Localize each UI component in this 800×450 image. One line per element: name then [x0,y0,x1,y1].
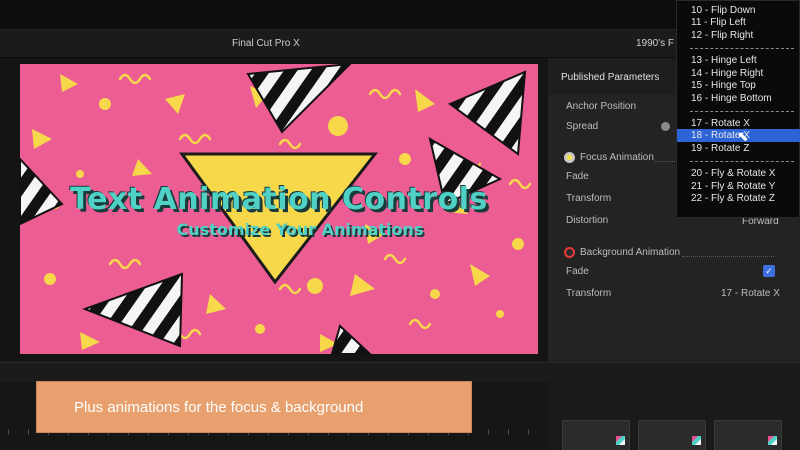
dropdown-item[interactable]: 11 - Flip Left [691,17,746,28]
canvas-subtitle: Customize Your Animations [176,220,424,239]
inspector-title: Published Parameters [561,72,660,83]
bg-transform-value[interactable]: 17 - Rotate X [721,288,780,299]
dropdown-item[interactable]: 20 - Fly & Rotate X [691,168,775,179]
bg-transform-label: Transform [566,288,612,299]
canvas-title: Text Animation Controls [70,182,488,217]
dropdown-separator [690,111,794,112]
thumbnail-badge-icon [616,436,625,445]
spread-slider-knob[interactable] [661,122,670,131]
anchor-position-label: Anchor Position [566,101,637,112]
dropdown-item[interactable]: 22 - Fly & Rotate Z [691,193,775,204]
effect-thumbnail[interactable] [562,420,630,450]
thumbnail-badge-icon [768,436,777,445]
focus-transform-label: Transform [566,193,612,204]
ruler-tick [528,429,529,435]
ruler-tick [28,429,29,435]
thumbnail-badge-icon [692,436,701,445]
background-animation-label: Background Animation [580,247,681,258]
focus-fade-label: Fade [566,171,589,182]
focus-distortion-label: Distortion [566,215,609,226]
dropdown-separator [690,48,794,49]
background-animation-icon[interactable] [564,247,575,258]
focus-animation-icon[interactable] [564,152,575,163]
ruler-tick [508,429,509,435]
effect-thumbnail[interactable] [714,420,782,450]
project-title: 1990's F [636,38,675,49]
bg-fade-checkbox[interactable]: ✓ [763,265,775,277]
dropdown-item[interactable]: 13 - Hinge Left [691,55,757,66]
bg-fade-label: Fade [566,266,589,277]
background-section-rule [682,256,774,257]
dropdown-item[interactable]: 14 - Hinge Right [691,68,763,79]
effect-thumbnail[interactable] [638,420,706,450]
dropdown-item[interactable]: 12 - Flip Right [691,30,753,41]
dropdown-separator [690,161,794,162]
dropdown-item[interactable]: 16 - Hinge Bottom [691,93,772,104]
timeline-toolbar [0,362,800,382]
viewer-canvas[interactable]: Text Animation Controls Customize Your A… [20,64,538,354]
dropdown-item[interactable]: 10 - Flip Down [691,5,755,16]
caption-text: Plus animations for the focus & backgrou… [74,399,364,416]
ruler-tick [8,429,9,435]
mouse-cursor-icon: ⬉ [737,128,749,144]
dropdown-item[interactable]: 21 - Fly & Rotate Y [691,181,775,192]
focus-section-rule [655,161,675,162]
ruler-tick [488,429,489,435]
spread-label: Spread [566,121,599,132]
dropdown-item[interactable]: 15 - Hinge Top [691,80,756,91]
caption-banner: Plus animations for the focus & backgrou… [36,381,472,433]
focus-animation-label: Focus Animation [580,152,654,163]
app-title: Final Cut Pro X [232,38,300,49]
